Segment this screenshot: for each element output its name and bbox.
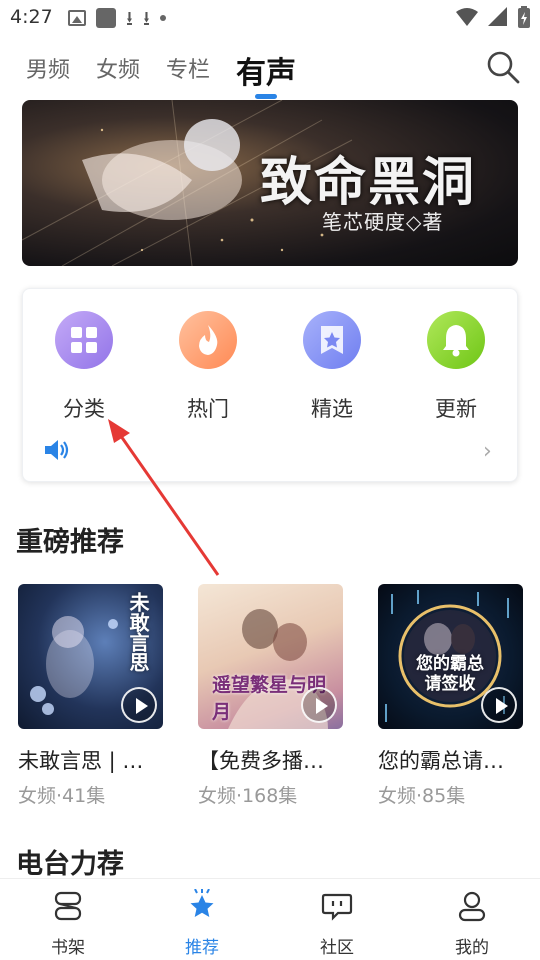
book-card[interactable]: 您的霸总请签收 您的霸总请… 女频·85集: [378, 584, 523, 808]
user-icon: [458, 891, 486, 922]
category-hot[interactable]: 热门: [163, 311, 253, 423]
download-icon: ⭳: [126, 6, 133, 30]
download-icon: ⭳: [143, 6, 150, 30]
category-label: 分类: [63, 397, 105, 421]
category-label: 热门: [187, 397, 229, 421]
section-title-radio: 电台力荐: [16, 849, 124, 880]
tab-male[interactable]: 男频: [26, 52, 70, 84]
book-title: 未敢言思 | …: [18, 749, 144, 773]
grid-icon: [55, 311, 113, 369]
speaker-icon[interactable]: [43, 437, 71, 463]
play-icon[interactable]: [481, 687, 517, 723]
chat-icon: [321, 893, 353, 921]
book-title: 您的霸总请…: [378, 749, 504, 773]
battery-icon: [518, 6, 530, 28]
star-bookmark-icon: [303, 311, 361, 369]
nav-bookshelf[interactable]: 书架: [28, 889, 108, 958]
category-label: 精选: [311, 397, 353, 421]
section-title-featured: 重磅推荐: [16, 527, 124, 558]
book-cover: 您的霸总请签收: [378, 584, 523, 729]
book-cover: 未敢言思: [18, 584, 163, 729]
category-update[interactable]: 更新: [411, 311, 501, 423]
wifi-icon: [456, 8, 478, 26]
star-icon: [190, 888, 214, 917]
top-tabs: 男频 女频 专栏 有声: [0, 36, 540, 100]
nav-community[interactable]: 社区: [297, 889, 377, 958]
book-cover: 遥望繁星与明月: [198, 584, 343, 729]
category-classify[interactable]: 分类: [39, 311, 129, 423]
promo-banner[interactable]: 致命黑洞 笔芯硬度◇著: [22, 100, 518, 266]
play-icon[interactable]: [121, 687, 157, 723]
book-title: 【免费多播…: [198, 749, 324, 773]
tab-audio[interactable]: 有声: [236, 48, 296, 92]
nav-label: 书架: [51, 938, 85, 958]
dot-icon: [160, 15, 166, 21]
status-bar: 4:27 ⭳ ⭳: [0, 0, 540, 36]
book-card[interactable]: 未敢言思 未敢言思 | … 女频·41集: [18, 584, 163, 808]
book-card[interactable]: 遥望繁星与明月 【免费多播… 女频·168集: [198, 584, 343, 808]
bookshelf-icon: [54, 891, 82, 921]
nav-mine[interactable]: 我的: [432, 889, 512, 958]
search-icon[interactable]: [486, 50, 520, 84]
book-meta: 女频·168集: [198, 785, 298, 807]
active-tab-indicator: [255, 94, 277, 99]
book-meta: 女频·85集: [378, 785, 466, 807]
banner-title: 致命黑洞: [260, 153, 477, 213]
nav-label: 我的: [455, 938, 489, 958]
status-time: 4:27: [10, 6, 53, 28]
tab-column[interactable]: 专栏: [166, 52, 210, 84]
book-meta: 女频·41集: [18, 785, 106, 807]
tab-female[interactable]: 女频: [96, 52, 140, 84]
category-selected[interactable]: 精选: [287, 311, 377, 423]
nav-recommend[interactable]: 推荐: [162, 888, 242, 958]
nav-label: 推荐: [185, 938, 219, 958]
nav-label: 社区: [320, 938, 354, 958]
cover-title: 未敢言思: [126, 592, 150, 672]
bottom-nav: 书架 推荐 社区 我的: [0, 878, 540, 960]
cover-title: 您的霸总请签收: [416, 654, 484, 694]
signal-icon: [488, 7, 507, 26]
category-label: 更新: [435, 397, 477, 421]
bell-icon: [427, 311, 485, 369]
chevron-right-icon[interactable]: ›: [483, 439, 492, 464]
system-icons: [456, 6, 530, 28]
category-card: 分类 热门 精选 更新 ›: [22, 288, 518, 482]
app-icon: [96, 8, 116, 28]
notification-icons: ⭳ ⭳: [68, 8, 166, 28]
play-icon[interactable]: [301, 687, 337, 723]
image-icon: [68, 10, 86, 26]
flame-icon: [179, 311, 237, 369]
banner-author: 笔芯硬度◇著: [322, 210, 444, 234]
